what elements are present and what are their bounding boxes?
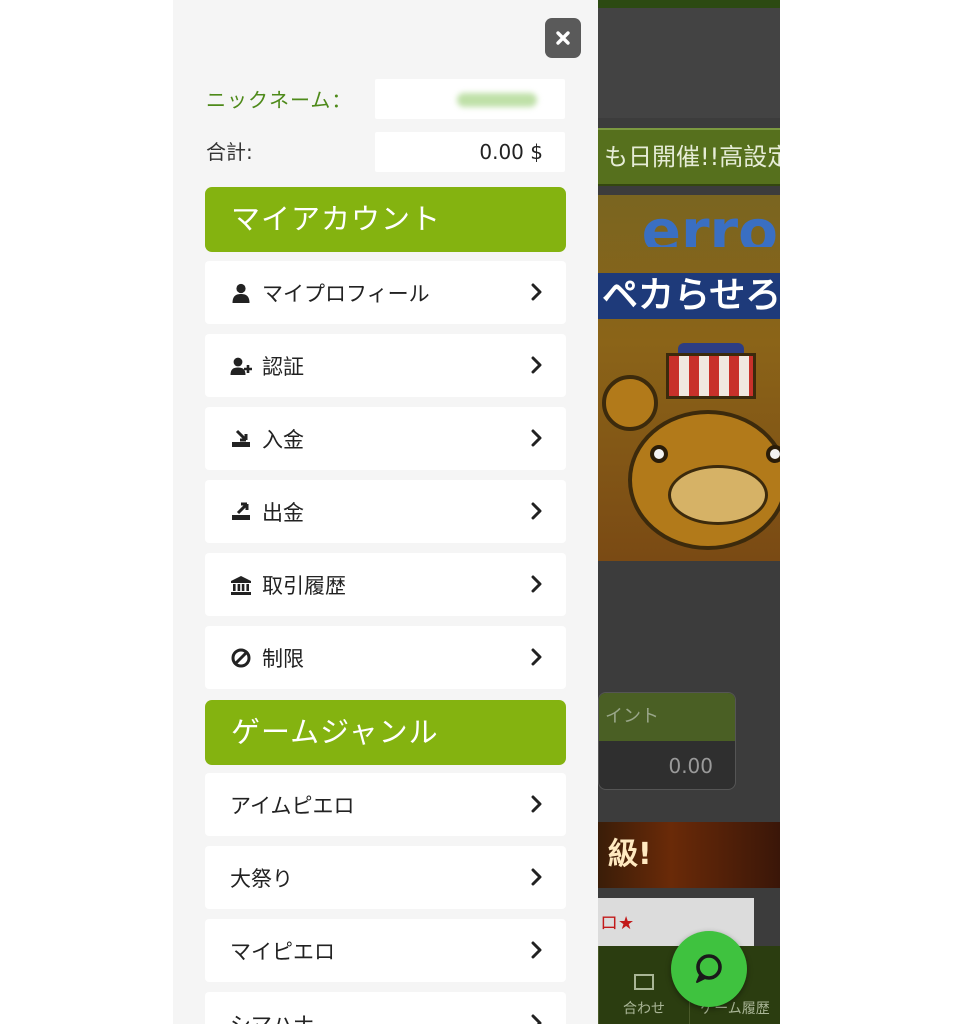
bear-hat [666, 353, 756, 399]
withdraw-icon [229, 500, 253, 524]
chevron-right-icon [531, 941, 542, 959]
promo-title: erro [641, 207, 778, 247]
background-promo-image: erro ペカらせろ [598, 195, 780, 561]
menu-item-label: 取引履歴 [262, 573, 346, 598]
user-icon [229, 281, 253, 305]
genre-item-im-pierrot[interactable]: アイムピエロ [205, 773, 566, 836]
chevron-right-icon [531, 429, 542, 447]
bear-eye [766, 445, 780, 463]
chevron-right-icon [531, 283, 542, 301]
chevron-right-icon [531, 868, 542, 886]
deposit-icon [229, 427, 253, 451]
chat-icon [696, 954, 722, 983]
menu-item-withdraw[interactable]: 出金 [205, 480, 566, 543]
menu-item-label: 制限 [262, 646, 304, 671]
chat-button[interactable] [671, 931, 747, 1007]
points-value: 0.00 [668, 754, 713, 778]
menu-item-deposit[interactable]: 入金 [205, 407, 566, 470]
menu-item-label: 認証 [262, 354, 304, 379]
chevron-right-icon [531, 502, 542, 520]
mail-icon [634, 974, 654, 990]
genre-item-label: アイムピエロ [230, 793, 355, 818]
background-fire-banner: 級! [598, 822, 780, 888]
close-button[interactable] [545, 18, 581, 58]
genre-item-label: マイピエロ [230, 939, 335, 964]
game-genre-header: ゲームジャンル [205, 700, 566, 765]
points-label: イント [599, 693, 735, 741]
genre-item-my-pierrot[interactable]: マイピエロ [205, 919, 566, 982]
background-points-card: イント 0.00 [598, 692, 736, 790]
menu-item-transaction-history[interactable]: 取引履歴 [205, 553, 566, 616]
my-account-header: マイアカウント [205, 187, 566, 252]
nickname-value [375, 79, 565, 119]
nickname-redacted [457, 93, 537, 107]
menu-item-my-profile[interactable]: マイプロフィール [205, 261, 566, 324]
chevron-right-icon [531, 1014, 542, 1024]
genre-item-shimahana[interactable]: シマハナ [205, 992, 566, 1024]
bear-ear [602, 375, 658, 431]
nickname-label: ニックネーム： [206, 88, 353, 112]
ban-icon [229, 646, 253, 670]
screen: も日開催!!高設定 erro ペカらせろ イント 0.00 級! ロ★ 合わせ [0, 0, 953, 1024]
chevron-right-icon [531, 648, 542, 666]
close-icon [556, 31, 570, 45]
bear-eye [650, 445, 668, 463]
account-drawer: ニックネーム： 合計: 0.00 $ マイアカウント マイプロフィール 認証 入… [173, 0, 598, 1024]
chevron-right-icon [531, 356, 542, 374]
genre-item-label: シマハナ [230, 1009, 314, 1024]
background-event-banner: も日開催!!高設定 [598, 128, 780, 186]
menu-item-label: 入金 [262, 427, 304, 452]
chevron-right-icon [531, 795, 542, 813]
menu-item-limits[interactable]: 制限 [205, 626, 566, 689]
menu-item-label: 出金 [262, 500, 304, 525]
menu-item-verification[interactable]: 認証 [205, 334, 566, 397]
genre-item-label: 大祭り [230, 866, 293, 891]
bear-muzzle [668, 465, 768, 525]
menu-item-label: マイプロフィール [262, 281, 430, 306]
bank-icon [229, 573, 253, 597]
total-balance: 0.00 $ [375, 132, 565, 172]
genre-item-omatsuri[interactable]: 大祭り [205, 846, 566, 909]
bottom-nav-label: 合わせ [623, 1001, 665, 1017]
promo-subtitle: ペカらせろ [598, 273, 780, 319]
user-plus-icon [229, 354, 253, 378]
total-label: 合計: [206, 140, 253, 164]
chevron-right-icon [531, 575, 542, 593]
